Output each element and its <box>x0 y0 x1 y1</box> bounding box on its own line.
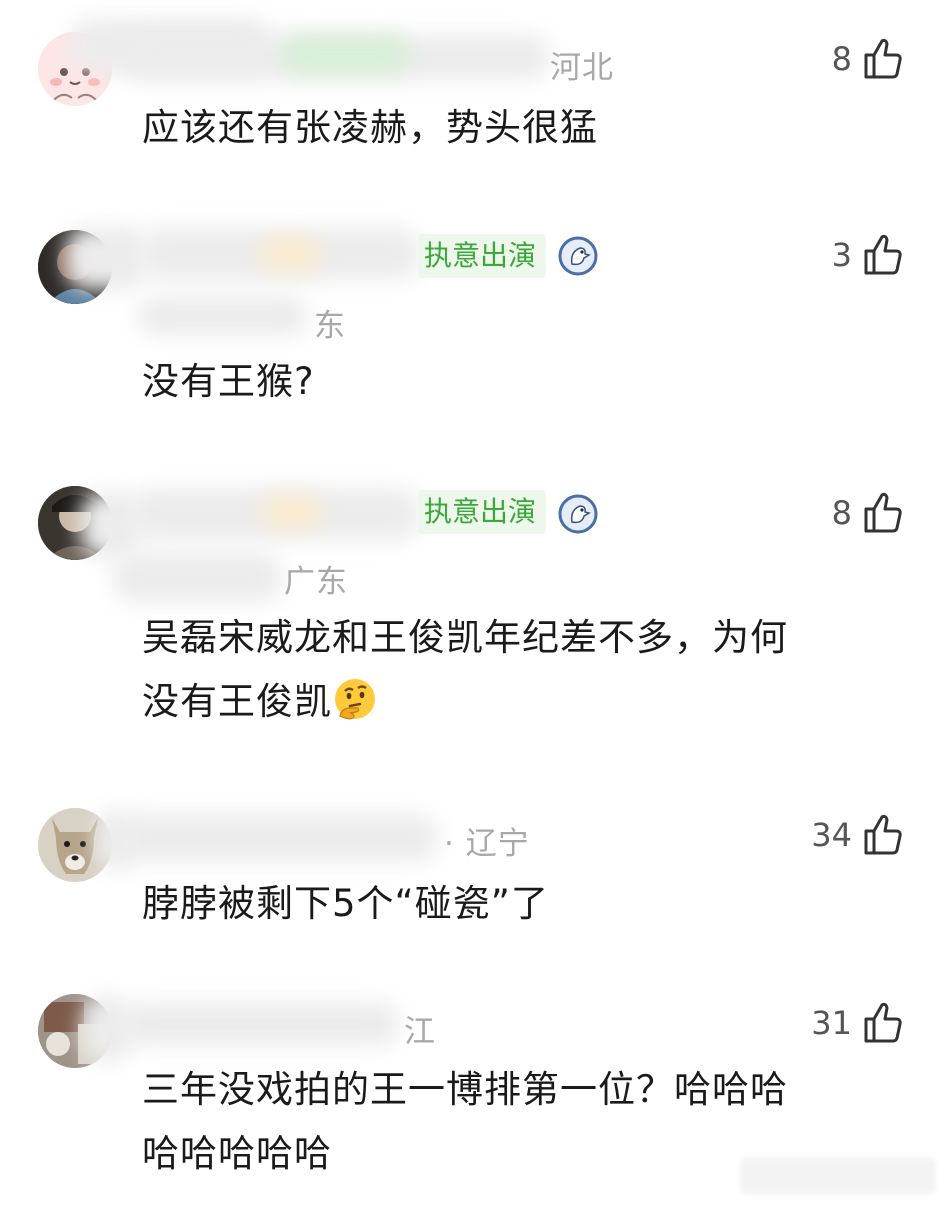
goose-badge-icon <box>558 236 598 276</box>
like-count: 31 <box>811 1004 852 1042</box>
like-button[interactable]: 8 <box>832 34 904 84</box>
location-label: · 辽宁 <box>444 826 530 862</box>
like-button[interactable]: 3 <box>832 230 904 280</box>
fan-badge[interactable]: 执意出演 <box>418 234 547 278</box>
thumbs-up-icon <box>864 1002 902 1043</box>
like-button[interactable]: 8 <box>832 488 904 538</box>
username-redacted <box>118 814 438 862</box>
username-redacted <box>260 236 320 272</box>
thumbs-up-icon <box>864 234 902 275</box>
comment-text: 脖脖被剩下5个“碰瓷”了 <box>142 882 549 925</box>
comment-text-continued: 没有王俊凯 <box>142 674 378 730</box>
location-label: 东 <box>314 308 346 344</box>
like-count: 34 <box>811 816 852 854</box>
comment-text: 三年没戏拍的王一博排第一位？哈哈哈 <box>142 1068 788 1111</box>
username-redacted <box>112 552 282 602</box>
comment-text-line2: 没有王俊凯 <box>142 680 332 723</box>
comment-text: 吴磊宋威龙和王俊凯年纪差不多，为何 <box>142 616 788 659</box>
location-label: 河北 <box>550 50 614 86</box>
thinking-face-emoji-icon <box>335 679 375 720</box>
username-redacted <box>120 1002 400 1046</box>
like-count: 3 <box>831 236 852 274</box>
thumbs-up-icon <box>864 38 902 79</box>
thumbs-up-icon <box>864 492 902 533</box>
watermark-redacted <box>740 1158 936 1194</box>
comment-text: 应该还有张凌赫，势头很猛 <box>142 106 598 149</box>
username-redacted <box>138 296 308 336</box>
thumbs-up-icon <box>864 814 902 855</box>
like-button[interactable]: 31 <box>811 998 904 1048</box>
like-count: 8 <box>831 40 852 78</box>
fan-badge[interactable]: 执意出演 <box>418 490 547 534</box>
location-label: 江 <box>404 1014 436 1050</box>
comment-text: 没有王猴? <box>142 360 315 403</box>
like-button[interactable]: 34 <box>811 810 904 860</box>
username-redacted <box>262 494 322 530</box>
username-redacted <box>280 34 410 74</box>
goose-badge-icon <box>558 494 598 534</box>
username-redacted[interactable] <box>66 226 146 290</box>
comment-text-line2: 哈哈哈哈哈 <box>142 1132 332 1175</box>
like-count: 8 <box>831 494 852 532</box>
location-label: 广东 <box>284 564 348 600</box>
